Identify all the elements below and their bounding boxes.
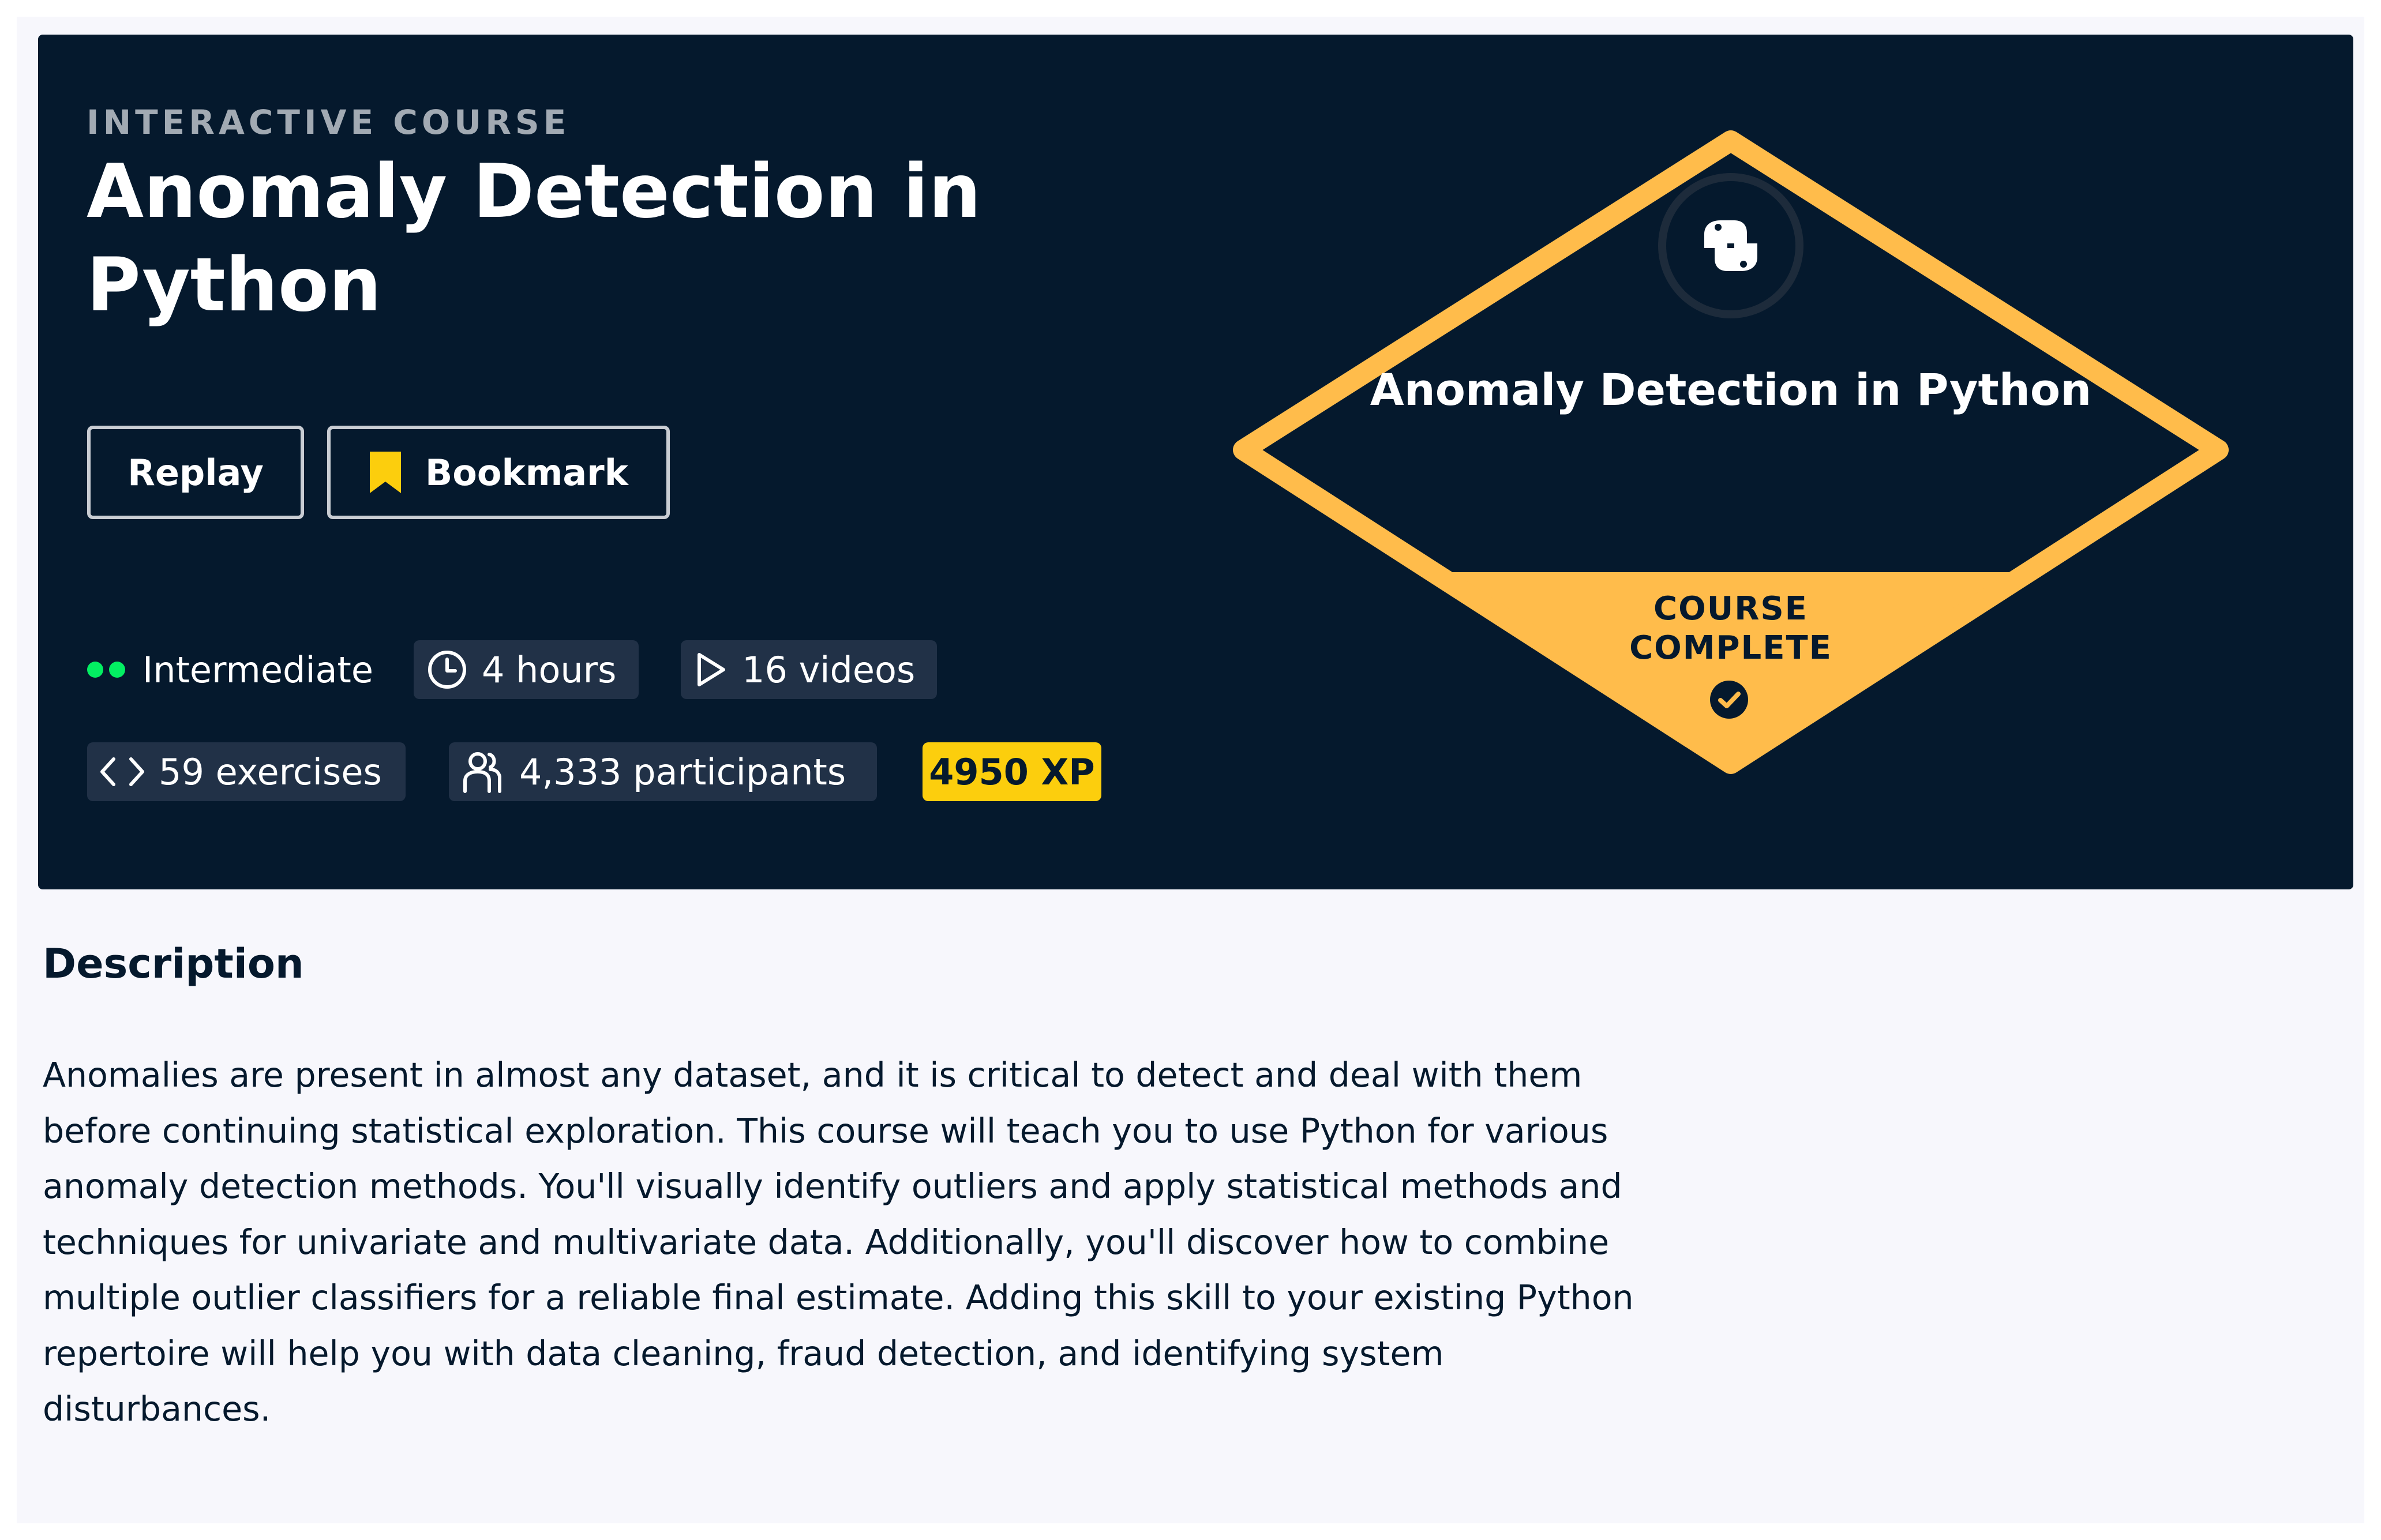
bookmark-icon bbox=[370, 452, 402, 493]
level-label: Intermediate bbox=[143, 648, 374, 691]
check-circle-icon bbox=[1710, 681, 1748, 719]
participants-chip: 4,333 participants bbox=[449, 742, 877, 801]
xp-label: 4950 XP bbox=[929, 750, 1095, 793]
level-dots-icon bbox=[87, 662, 125, 678]
people-icon bbox=[463, 752, 501, 793]
replay-button-label: Replay bbox=[128, 451, 264, 494]
bookmark-button-label: Bookmark bbox=[425, 451, 628, 494]
badge-status-line1: COURSE bbox=[1653, 590, 1808, 628]
videos-chip: 16 videos bbox=[681, 640, 937, 699]
bookmark-button[interactable]: Bookmark bbox=[327, 426, 670, 519]
xp-badge: 4950 XP bbox=[923, 742, 1101, 801]
badge-status-line2: COMPLETE bbox=[1629, 629, 1832, 667]
course-type-label: INTERACTIVE COURSE bbox=[87, 103, 571, 142]
duration-chip: 4 hours bbox=[414, 640, 639, 699]
participants-label: 4,333 participants bbox=[519, 750, 846, 793]
level-indicator: Intermediate bbox=[87, 640, 373, 699]
description-text: Anomalies are present in almost any data… bbox=[43, 1056, 1634, 1429]
page-title: Anomaly Detection in Python bbox=[87, 149, 981, 328]
exercises-chip: 59 exercises bbox=[87, 742, 406, 801]
clock-icon bbox=[428, 651, 466, 689]
exercises-label: 59 exercises bbox=[159, 750, 382, 793]
badge-status: COURSE COMPLETE bbox=[1558, 589, 1904, 668]
videos-label: 16 videos bbox=[742, 648, 916, 691]
code-icon bbox=[100, 757, 144, 786]
replay-button[interactable]: Replay bbox=[87, 426, 304, 519]
play-icon bbox=[698, 653, 725, 686]
description-heading: Description bbox=[43, 940, 304, 987]
duration-label: 4 hours bbox=[482, 648, 617, 691]
badge-title: Anomaly Detection in Python bbox=[1370, 364, 2092, 415]
